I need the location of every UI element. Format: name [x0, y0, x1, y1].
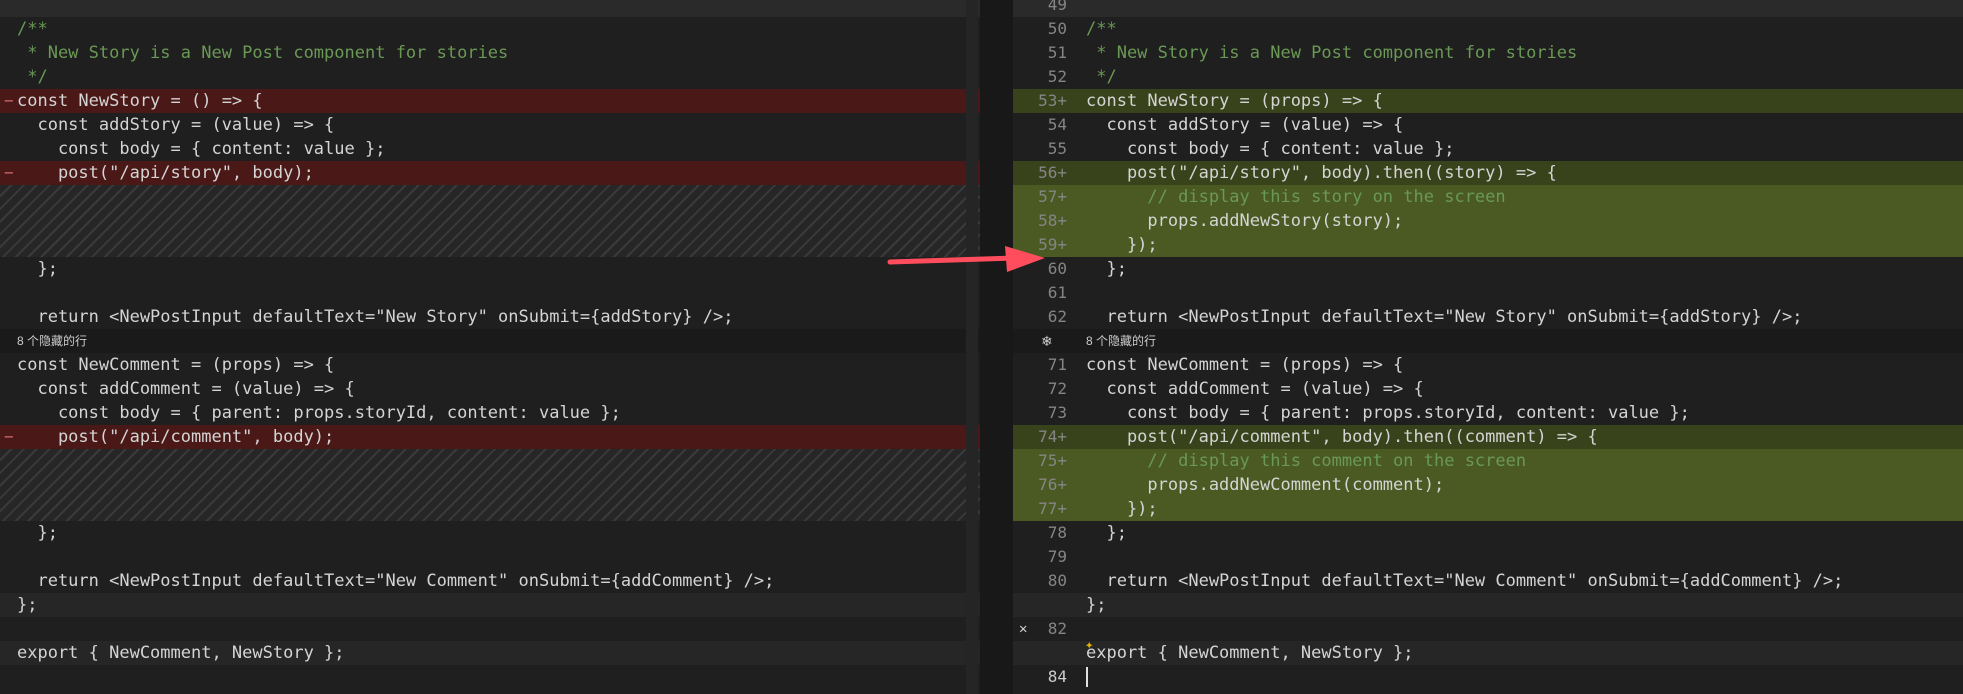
- code-line[interactable]: const body = { content: value };: [0, 137, 980, 161]
- code-line[interactable]: };: [0, 593, 980, 617]
- code-line[interactable]: /**: [0, 17, 980, 41]
- text-cursor: [1086, 667, 1088, 687]
- code-line-inserted[interactable]: 56+ post("/api/story", body).then((story…: [1013, 161, 1963, 185]
- code-line[interactable]: const addComment = (value) => {: [0, 377, 980, 401]
- code-line[interactable]: 80 return <NewPostInput defaultText="New…: [1013, 569, 1963, 593]
- code-line[interactable]: 62 return <NewPostInput defaultText="New…: [1013, 305, 1963, 329]
- code-line-inserted[interactable]: 74+ post("/api/comment", body).then((com…: [1013, 425, 1963, 449]
- code-line[interactable]: const addStory = (value) => {: [0, 113, 980, 137]
- code-line[interactable]: ✦ 83export { NewComment, NewStory };: [1013, 637, 1963, 694]
- code-line[interactable]: 55 const body = { content: value };: [1013, 137, 1963, 161]
- code-line-inserted[interactable]: 76+ props.addNewComment(comment);: [1013, 473, 1963, 497]
- arrow-icon: [887, 246, 1045, 272]
- code-line-deleted[interactable]: − post("/api/comment", body);: [0, 425, 980, 449]
- diff-filler-hatch: [0, 449, 980, 521]
- code-line[interactable]: return <NewPostInput defaultText="New St…: [0, 305, 980, 329]
- code-line[interactable]: ✕ 81};: [1013, 593, 1963, 662]
- pane-divider[interactable]: [980, 0, 1013, 694]
- code-line[interactable]: export { NewComment, NewStory };: [0, 641, 980, 665]
- code-line-current[interactable]: 84: [1013, 665, 1963, 689]
- code-line[interactable]: const NewComment = (props) => {: [0, 353, 980, 377]
- code-line[interactable]: * New Story is a New Post component for …: [0, 41, 980, 65]
- code-line[interactable]: 82: [1013, 617, 1963, 641]
- code-line[interactable]: };: [0, 257, 980, 281]
- code-line-deleted[interactable]: − post("/api/story", body);: [0, 161, 980, 185]
- code-line[interactable]: 61: [1013, 281, 1963, 305]
- code-line[interactable]: return <NewPostInput defaultText="New Co…: [0, 569, 980, 593]
- code-line-inserted[interactable]: 75+ // display this comment on the scree…: [1013, 449, 1963, 473]
- left-editor-pane[interactable]: /** * New Story is a New Post component …: [0, 0, 980, 694]
- code-line-inserted[interactable]: 59+ });: [1013, 233, 1963, 257]
- code-line[interactable]: 60 };: [1013, 257, 1963, 281]
- diff-filler-hatch: [0, 185, 980, 257]
- code-line[interactable]: */: [0, 65, 980, 89]
- right-editor-pane[interactable]: 49 50/** 51 * New Story is a New Post co…: [1013, 0, 1963, 694]
- scroll-shadow: [0, 0, 980, 17]
- code-line-inserted[interactable]: 57+ // display this story on the screen: [1013, 185, 1963, 209]
- code-line[interactable]: 52 */: [1013, 65, 1963, 89]
- hidden-lines-bar[interactable]: ❄ 8 个隐藏的行: [1013, 329, 1963, 353]
- code-text: const NewStory = () => {: [17, 91, 263, 111]
- code-line-deleted[interactable]: − const NewStory = () => {: [0, 89, 980, 113]
- code-line-inserted[interactable]: 77+ });: [1013, 497, 1963, 521]
- code-line[interactable]: const body = { parent: props.storyId, co…: [0, 401, 980, 425]
- code-line[interactable]: 71 const NewComment = (props) => {: [1013, 353, 1963, 377]
- left-scrollbar[interactable]: [966, 0, 978, 694]
- collapse-icon[interactable]: ❄: [1041, 329, 1053, 353]
- code-line[interactable]: };: [0, 521, 980, 545]
- code-line[interactable]: 78 };: [1013, 521, 1963, 545]
- code-line-inserted[interactable]: 58+ props.addNewStory(story);: [1013, 209, 1963, 233]
- code-line[interactable]: 49: [1013, 0, 1963, 17]
- code-line[interactable]: 72 const addComment = (value) => {: [1013, 377, 1963, 401]
- code-line[interactable]: 54 const addStory = (value) => {: [1013, 113, 1963, 137]
- code-line[interactable]: 50/**: [1013, 17, 1963, 41]
- code-line[interactable]: 73 const body = { parent: props.storyId,…: [1013, 401, 1963, 425]
- code-line-inserted[interactable]: 53+ const NewStory = (props) => {: [1013, 89, 1963, 113]
- code-line[interactable]: 79: [1013, 545, 1963, 569]
- hidden-lines-bar[interactable]: 8 个隐藏的行: [0, 329, 980, 353]
- code-line[interactable]: 51 * New Story is a New Post component f…: [1013, 41, 1963, 65]
